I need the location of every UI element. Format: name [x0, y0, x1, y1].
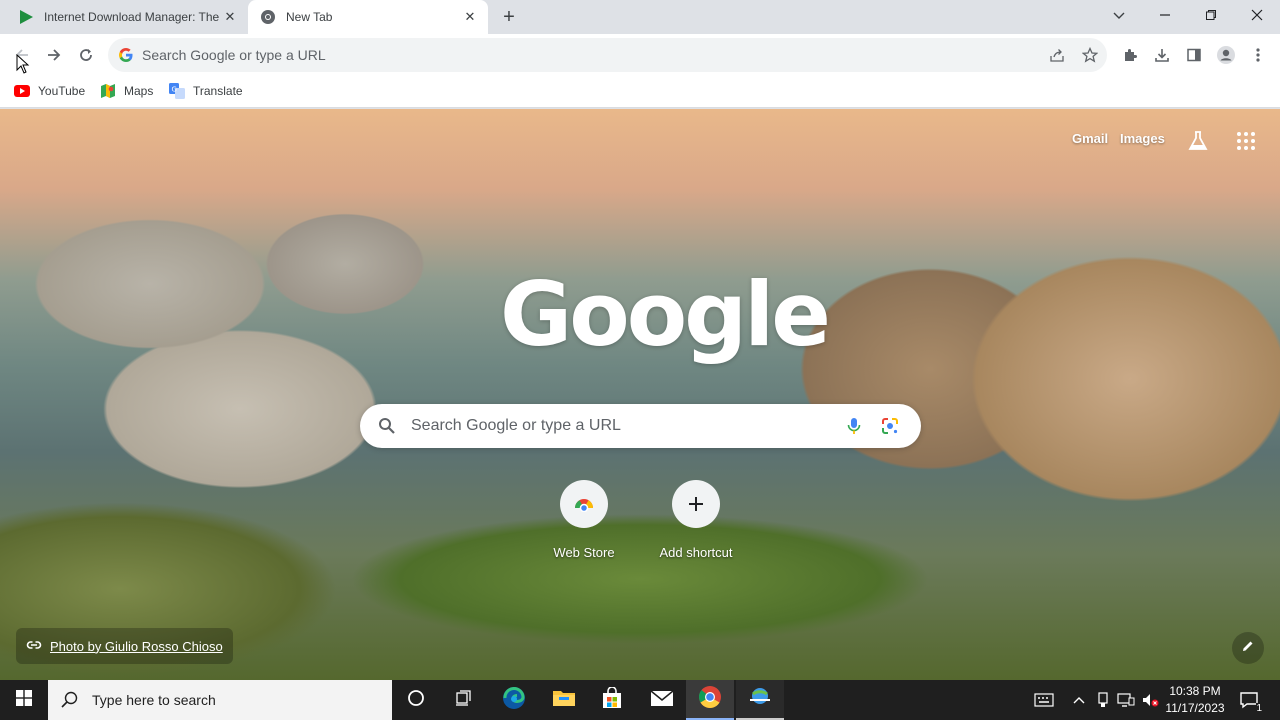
- bookmark-maps[interactable]: Maps: [100, 83, 153, 99]
- store-bag-icon: [601, 685, 623, 714]
- start-button[interactable]: [0, 680, 48, 720]
- clock-date: 11/17/2023: [1165, 701, 1225, 715]
- svg-text:G: G: [172, 86, 177, 94]
- keyboard-icon[interactable]: [1032, 680, 1056, 720]
- system-clock[interactable]: 10:38 PM 11/17/2023: [1162, 683, 1228, 717]
- google-lens-icon[interactable]: [880, 416, 900, 436]
- bookmark-label: Maps: [124, 84, 154, 98]
- address-bar-placeholder: Search Google or type a URL: [142, 47, 326, 63]
- bookmark-label: YouTube: [38, 84, 86, 98]
- taskbar-file-explorer[interactable]: [540, 680, 588, 720]
- tab-idm[interactable]: Internet Download Manager: The ✕: [8, 0, 248, 34]
- images-link[interactable]: Images: [1120, 131, 1165, 146]
- side-panel-icon[interactable]: [1180, 41, 1208, 69]
- profile-avatar-icon[interactable]: [1212, 41, 1240, 69]
- add-shortcut-button[interactable]: Add shortcut: [640, 480, 752, 570]
- idm-globe-icon: [748, 685, 772, 714]
- ntp-search-box[interactable]: Search Google or type a URL: [360, 404, 921, 448]
- close-tab-icon[interactable]: ✕: [220, 7, 240, 27]
- address-bar[interactable]: Search Google or type a URL: [108, 38, 1107, 72]
- forward-button[interactable]: [40, 41, 68, 69]
- bookmark-label: Translate: [193, 84, 243, 98]
- clock-time: 10:38 PM: [1169, 684, 1221, 698]
- search-icon: [378, 417, 396, 435]
- taskbar-chrome[interactable]: [686, 680, 734, 720]
- show-hidden-icons-chevron[interactable]: [1068, 680, 1090, 720]
- translate-icon: G: [169, 83, 185, 99]
- bookmarks-bar: YouTube Maps G Translate: [0, 76, 1280, 108]
- volume-muted-icon[interactable]: [1140, 680, 1160, 720]
- gmail-link[interactable]: Gmail: [1072, 131, 1108, 146]
- folder-icon: [552, 688, 576, 713]
- cortana-circle-icon: [407, 689, 425, 712]
- taskbar-search-box[interactable]: Type here to search: [48, 680, 392, 720]
- google-logo: Google: [500, 263, 831, 366]
- shortcut-web-store[interactable]: Web Store: [528, 480, 640, 570]
- shortcut-label: Add shortcut: [659, 545, 733, 560]
- task-view-button[interactable]: [440, 680, 488, 720]
- new-tab-background: [0, 109, 1280, 680]
- labs-flask-icon[interactable]: [1186, 129, 1210, 153]
- pencil-icon: [1241, 639, 1255, 658]
- chrome-icon: [260, 9, 276, 25]
- extensions-icon[interactable]: [1116, 41, 1144, 69]
- search-icon: [60, 690, 80, 710]
- close-tab-icon[interactable]: ✕: [460, 7, 480, 27]
- task-view-icon: [455, 689, 473, 712]
- toolbar: Search Google or type a URL: [0, 34, 1280, 76]
- close-window-button[interactable]: [1234, 0, 1280, 30]
- google-apps-icon[interactable]: [1234, 129, 1258, 153]
- ntp-search-placeholder: Search Google or type a URL: [411, 417, 621, 434]
- youtube-icon: [14, 83, 30, 99]
- network-icon[interactable]: [1116, 680, 1136, 720]
- photo-attribution[interactable]: Photo by Giulio Rosso Chioso: [16, 628, 233, 664]
- tab-title: Internet Download Manager: The: [44, 10, 220, 24]
- taskbar-edge[interactable]: [490, 680, 538, 720]
- shortcut-label: Web Store: [553, 545, 615, 560]
- bookmark-youtube[interactable]: YouTube: [14, 83, 85, 99]
- customize-chrome-button[interactable]: [1232, 632, 1264, 664]
- voice-search-mic-icon[interactable]: [844, 416, 864, 436]
- attribution-link[interactable]: Photo by Giulio Rosso Chioso: [50, 639, 223, 654]
- mail-envelope-icon: [650, 689, 674, 712]
- cortana-button[interactable]: [392, 680, 440, 720]
- restore-button[interactable]: [1188, 0, 1234, 30]
- tab-strip: Internet Download Manager: The ✕ New Tab…: [0, 0, 1280, 34]
- google-g-icon: [118, 47, 134, 63]
- chrome-icon: [698, 685, 722, 714]
- tab-search-icon[interactable]: [1096, 0, 1142, 30]
- notification-count: 1: [1256, 703, 1262, 714]
- taskbar-microsoft-store[interactable]: [588, 680, 636, 720]
- plus-icon: [672, 480, 720, 528]
- edge-icon: [502, 686, 526, 715]
- windows-taskbar: Type here to search 10:38 PM 11/17/2023 …: [0, 680, 1280, 720]
- reload-button[interactable]: [72, 41, 100, 69]
- notification-center-button[interactable]: 1: [1234, 680, 1264, 720]
- minimize-button[interactable]: [1142, 0, 1188, 30]
- usb-device-icon[interactable]: [1094, 680, 1112, 720]
- mouse-cursor-icon: [16, 53, 30, 74]
- taskbar-mail[interactable]: [638, 680, 686, 720]
- downloads-icon[interactable]: [1148, 41, 1176, 69]
- share-icon[interactable]: [1047, 45, 1067, 65]
- tab-new-tab[interactable]: New Tab ✕: [248, 0, 488, 34]
- idm-play-icon: [18, 9, 34, 25]
- tab-title: New Tab: [286, 10, 333, 24]
- maps-icon: [100, 83, 116, 99]
- web-store-icon: [560, 480, 608, 528]
- taskbar-search-placeholder: Type here to search: [92, 692, 216, 708]
- bookmark-translate[interactable]: G Translate: [169, 83, 243, 99]
- bookmark-star-icon[interactable]: [1080, 45, 1100, 65]
- new-tab-button[interactable]: +: [498, 6, 520, 28]
- taskbar-idm[interactable]: [736, 680, 784, 720]
- link-icon: [26, 637, 42, 656]
- more-menu-icon[interactable]: [1244, 41, 1272, 69]
- windows-logo-icon: [16, 689, 32, 711]
